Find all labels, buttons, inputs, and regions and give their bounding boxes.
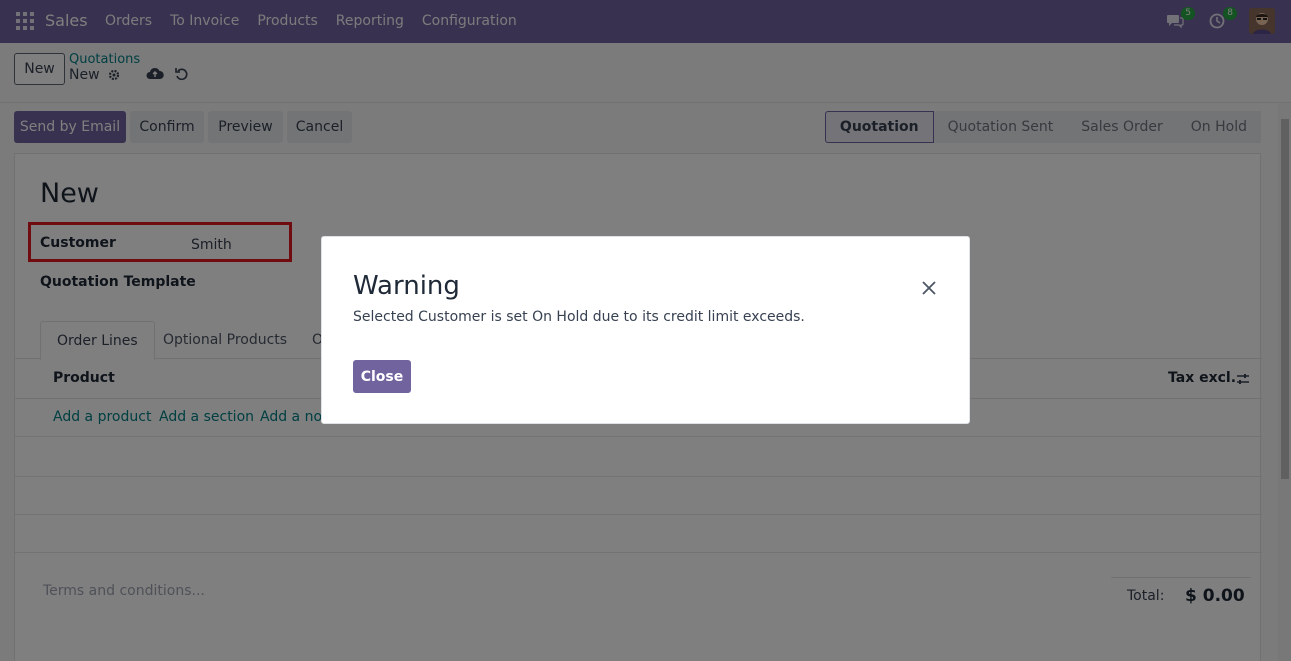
close-icon[interactable]	[919, 278, 939, 298]
dialog-close-button[interactable]: Close	[353, 360, 411, 393]
warning-dialog: Warning Selected Customer is set On Hold…	[321, 236, 970, 424]
dialog-message: Selected Customer is set On Hold due to …	[353, 309, 805, 325]
dialog-title: Warning	[353, 271, 460, 301]
